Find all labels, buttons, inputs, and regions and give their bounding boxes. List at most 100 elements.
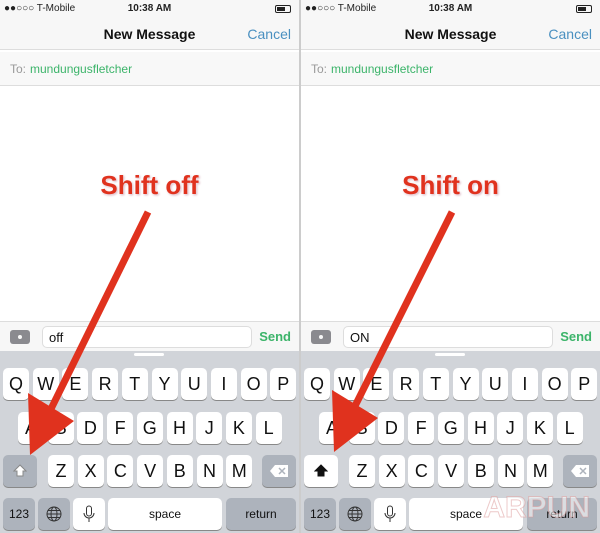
globe-icon [46,506,62,522]
key-t[interactable]: T [422,368,449,400]
cancel-button[interactable]: Cancel [247,26,291,42]
shift-button[interactable] [3,455,37,487]
key-o[interactable]: O [240,368,267,400]
key-r[interactable]: R [92,368,119,400]
cancel-button[interactable]: Cancel [548,26,592,42]
send-button[interactable]: Send [560,329,592,344]
nav-bar: New Message Cancel [0,18,299,50]
to-label: To: [311,62,328,76]
key-b[interactable]: B [467,455,494,487]
phone-panel-shift-on: ●●○○○ T-Mobile 10:38 AM New Message Canc… [301,0,600,533]
to-field[interactable]: To: mundungusfletcher [301,52,600,86]
compose-bar: ON Send [301,321,600,351]
key-e[interactable]: E [62,368,89,400]
microphone-icon [384,505,396,522]
message-body [0,87,299,321]
key-m[interactable]: M [226,455,253,487]
backspace-icon [571,465,589,477]
nav-bar: New Message Cancel [301,18,600,50]
message-body [301,87,600,321]
key-w[interactable]: W [32,368,59,400]
battery-icon [576,5,592,13]
key-l[interactable]: L [255,412,282,444]
key-d[interactable]: D [378,412,405,444]
to-field[interactable]: To: mundungusfletcher [0,52,299,86]
key-u[interactable]: U [482,368,509,400]
key-o[interactable]: O [541,368,568,400]
key-j[interactable]: J [497,412,524,444]
delete-button[interactable] [563,455,597,487]
message-input[interactable]: off [42,326,252,348]
key-q[interactable]: Q [304,368,330,400]
key-z[interactable]: Z [349,455,375,487]
to-label: To: [10,62,27,76]
keyboard-grabber [134,353,164,356]
key-i[interactable]: I [511,368,538,400]
key-a[interactable]: A [319,412,345,444]
microphone-icon [83,505,95,522]
key-y[interactable]: Y [452,368,479,400]
send-button[interactable]: Send [259,329,291,344]
key-c[interactable]: C [408,455,435,487]
recipient[interactable]: mundungusfletcher [331,62,433,76]
return-key[interactable]: return [226,498,296,530]
status-bar: ●●○○○ T-Mobile 10:38 AM [301,0,600,18]
key-h[interactable]: H [467,412,494,444]
key-n[interactable]: N [497,455,524,487]
space-bar[interactable]: space [108,498,222,530]
key-v[interactable]: V [137,455,164,487]
key-e[interactable]: E [363,368,390,400]
key-t[interactable]: T [121,368,148,400]
key-f[interactable]: F [408,412,435,444]
globe-key[interactable] [38,498,70,530]
camera-icon[interactable] [311,330,331,344]
message-input[interactable]: ON [343,326,553,348]
delete-button[interactable] [262,455,296,487]
clock: 10:38 AM [127,3,172,14]
mic-key[interactable] [374,498,406,530]
key-h[interactable]: H [166,412,193,444]
keyboard: Q W E R T Y U I O P A S D F G H J K L Z X C V B N M 123 space return [0,351,299,533]
mic-key[interactable] [73,498,105,530]
recipient[interactable]: mundungusfletcher [30,62,132,76]
numbers-key[interactable]: 123 [3,498,35,530]
key-v[interactable]: V [438,455,465,487]
key-x[interactable]: X [378,455,405,487]
key-y[interactable]: Y [151,368,178,400]
key-u[interactable]: U [181,368,208,400]
annotation-label: Shift on [402,170,499,200]
annotation-label: Shift off [100,170,199,200]
key-i[interactable]: I [210,368,237,400]
key-w[interactable]: W [333,368,360,400]
key-x[interactable]: X [77,455,104,487]
key-j[interactable]: J [196,412,223,444]
numbers-key[interactable]: 123 [304,498,336,530]
key-q[interactable]: Q [3,368,29,400]
shift-arrow-icon [313,464,329,477]
key-l[interactable]: L [556,412,583,444]
key-s[interactable]: S [348,412,375,444]
key-g[interactable]: G [136,412,163,444]
backspace-icon [270,465,288,477]
status-bar: ●●○○○ T-Mobile 10:38 AM [0,0,299,18]
key-c[interactable]: C [107,455,134,487]
key-m[interactable]: M [527,455,554,487]
key-z[interactable]: Z [48,455,74,487]
phone-panel-shift-off: ●●○○○ T-Mobile 10:38 AM New Message Canc… [0,0,299,533]
key-n[interactable]: N [196,455,223,487]
key-p[interactable]: P [270,368,297,400]
key-k[interactable]: K [526,412,553,444]
camera-icon[interactable] [10,330,30,344]
key-r[interactable]: R [393,368,420,400]
key-p[interactable]: P [571,368,598,400]
globe-key[interactable] [339,498,371,530]
key-b[interactable]: B [166,455,193,487]
key-d[interactable]: D [77,412,104,444]
key-f[interactable]: F [107,412,134,444]
key-s[interactable]: S [47,412,74,444]
key-k[interactable]: K [225,412,252,444]
key-a[interactable]: A [18,412,44,444]
key-g[interactable]: G [437,412,464,444]
globe-icon [347,506,363,522]
shift-button[interactable] [304,455,338,487]
